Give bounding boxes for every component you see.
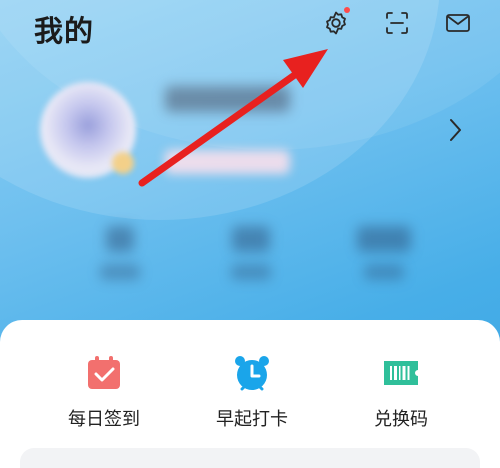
notification-dot — [344, 7, 350, 13]
redeem-code-button[interactable]: 兑换码 — [341, 353, 461, 433]
early-rise-checkin-button[interactable]: 早起打卡 — [192, 353, 312, 433]
calendar-check-icon — [84, 353, 124, 393]
user-tag-blurred — [165, 150, 290, 174]
scan-icon[interactable] — [382, 8, 412, 38]
action-label: 早起打卡 — [216, 409, 288, 430]
username-blurred — [165, 86, 290, 112]
next-section-card — [20, 448, 480, 468]
profile-screen: 我的 每日签到 早起打卡 兑换码 — [0, 0, 500, 468]
action-label: 每日签到 — [68, 409, 140, 430]
stat-item[interactable] — [216, 220, 286, 290]
barcode-ticket-icon — [381, 353, 421, 393]
alarm-clock-icon — [232, 353, 272, 393]
chevron-right-icon[interactable] — [446, 116, 464, 144]
stat-item[interactable] — [349, 220, 419, 290]
mail-icon[interactable] — [443, 8, 473, 38]
avatar-badge — [112, 152, 134, 174]
action-label: 兑换码 — [374, 409, 428, 430]
page-title: 我的 — [34, 14, 95, 48]
stat-item[interactable] — [85, 220, 155, 290]
daily-checkin-button[interactable]: 每日签到 — [44, 353, 164, 433]
